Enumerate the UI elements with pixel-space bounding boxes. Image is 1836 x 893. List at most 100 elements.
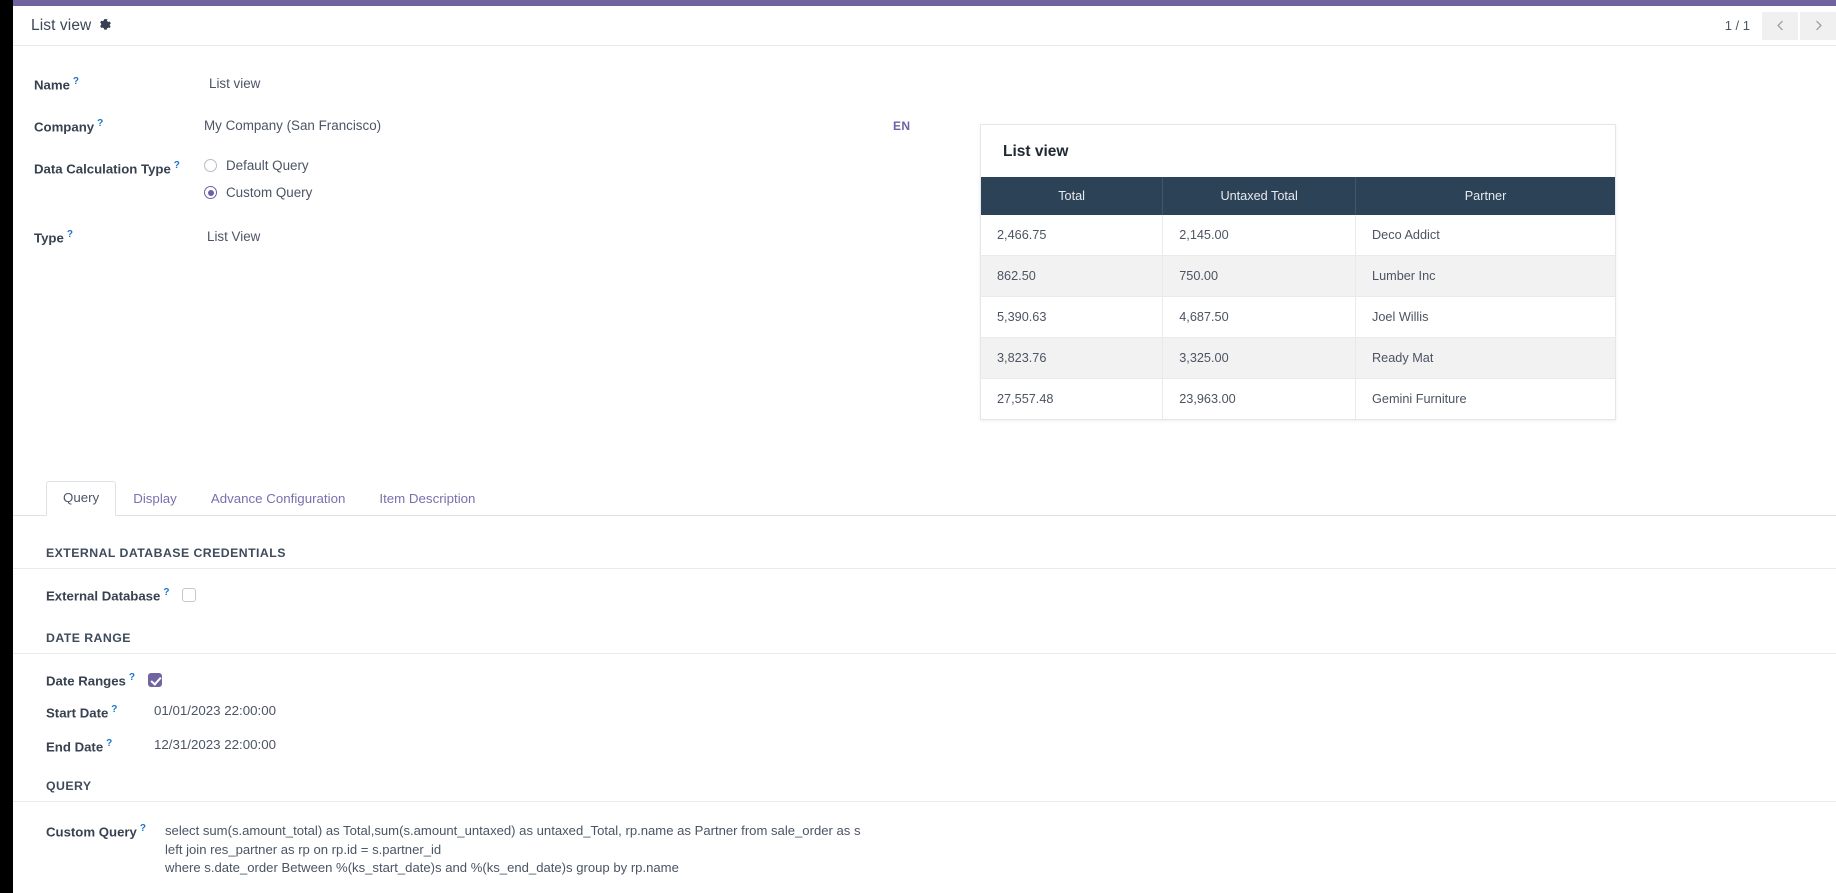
cell-total: 27,557.48 bbox=[981, 379, 1163, 420]
help-icon-type[interactable]: ? bbox=[67, 229, 73, 240]
cell-untaxed-total: 750.00 bbox=[1163, 256, 1356, 297]
label-text-external-database: External Database bbox=[46, 588, 160, 603]
column-header-total[interactable]: Total bbox=[981, 177, 1163, 215]
help-icon-start-date[interactable]: ? bbox=[111, 704, 117, 715]
label-text-name: Name bbox=[34, 77, 70, 92]
field-row-name: Name? List view bbox=[13, 73, 1836, 94]
field-row-date-ranges: Date Ranges? bbox=[13, 671, 1836, 690]
tab-advance-configuration[interactable]: Advance Configuration bbox=[194, 482, 363, 516]
table-row[interactable]: 5,390.63 4,687.50 Joel Willis bbox=[981, 297, 1615, 338]
field-value-end-date[interactable]: 12/31/2023 22:00:00 bbox=[143, 737, 276, 752]
cell-total: 5,390.63 bbox=[981, 297, 1163, 338]
field-label-custom-query: Custom Query? bbox=[46, 822, 154, 841]
field-row-start-date: Start Date? 01/01/2023 22:00:00 bbox=[13, 703, 1836, 722]
cell-untaxed-total: 23,963.00 bbox=[1163, 379, 1356, 420]
field-value-custom-query[interactable]: select sum(s.amount_total) as Total,sum(… bbox=[154, 822, 861, 878]
group-title-date-range: DATE RANGE bbox=[13, 631, 1836, 654]
group-rows-query: Custom Query? select sum(s.amount_total)… bbox=[13, 802, 1836, 878]
preview-table: Total Untaxed Total Partner 2,466.75 2,1… bbox=[981, 177, 1615, 419]
column-header-partner[interactable]: Partner bbox=[1356, 177, 1615, 215]
tab-display[interactable]: Display bbox=[116, 482, 194, 516]
form-sheet: Name? List view Company? My Company (San… bbox=[13, 47, 1836, 893]
radio-option-default-query[interactable]: Default Query bbox=[204, 158, 312, 173]
label-text-data-calculation-type: Data Calculation Type bbox=[34, 162, 171, 177]
field-label-date-ranges: Date Ranges? bbox=[46, 671, 135, 690]
field-value-name[interactable]: List view bbox=[209, 73, 260, 94]
group-query: QUERY Custom Query? select sum(s.amount_… bbox=[13, 779, 1836, 878]
control-panel: List view 1 / 1 bbox=[13, 6, 1836, 46]
left-rail bbox=[0, 0, 13, 893]
checkbox-external-database[interactable] bbox=[182, 588, 196, 602]
preview-table-header-row: Total Untaxed Total Partner bbox=[981, 177, 1615, 215]
radio-dot-default-query[interactable] bbox=[204, 159, 217, 172]
help-icon-company[interactable]: ? bbox=[97, 118, 103, 129]
cell-untaxed-total: 3,325.00 bbox=[1163, 338, 1356, 379]
help-icon-external-database[interactable]: ? bbox=[163, 587, 169, 598]
label-text-custom-query: Custom Query bbox=[46, 825, 137, 840]
help-icon-name[interactable]: ? bbox=[73, 76, 79, 87]
label-text-date-ranges: Date Ranges bbox=[46, 673, 126, 688]
tab-item-description[interactable]: Item Description bbox=[362, 482, 492, 516]
field-label-name: Name? bbox=[34, 73, 204, 94]
preview-card-title: List view bbox=[981, 125, 1615, 177]
cell-partner: Lumber Inc bbox=[1356, 256, 1615, 297]
help-icon-end-date[interactable]: ? bbox=[106, 738, 112, 749]
table-row[interactable]: 27,557.48 23,963.00 Gemini Furniture bbox=[981, 379, 1615, 420]
page-title: List view bbox=[31, 17, 91, 35]
radio-option-custom-query[interactable]: Custom Query bbox=[204, 185, 312, 200]
group-title-external-database-credentials: EXTERNAL DATABASE CREDENTIALS bbox=[13, 546, 1836, 569]
cell-total: 2,466.75 bbox=[981, 215, 1163, 256]
gear-icon[interactable] bbox=[99, 19, 112, 32]
radio-label-custom-query: Custom Query bbox=[226, 185, 312, 200]
pager-next-button[interactable] bbox=[1800, 12, 1836, 40]
table-row[interactable]: 862.50 750.00 Lumber Inc bbox=[981, 256, 1615, 297]
field-label-data-calculation-type: Data Calculation Type? bbox=[34, 157, 204, 178]
field-label-end-date: End Date? bbox=[46, 737, 143, 756]
table-row[interactable]: 3,823.76 3,325.00 Ready Mat bbox=[981, 338, 1615, 379]
group-title-query: QUERY bbox=[13, 779, 1836, 802]
radio-dot-custom-query[interactable] bbox=[204, 186, 217, 199]
group-external-database-credentials: EXTERNAL DATABASE CREDENTIALS External D… bbox=[13, 546, 1836, 605]
cell-partner: Ready Mat bbox=[1356, 338, 1615, 379]
help-icon-data-calculation-type[interactable]: ? bbox=[174, 160, 180, 171]
notebook-tabs: Query Display Advance Configuration Item… bbox=[13, 480, 1836, 516]
form-top-section: Name? List view Company? My Company (San… bbox=[13, 47, 1836, 432]
pager-previous-button[interactable] bbox=[1762, 12, 1798, 40]
cell-untaxed-total: 4,687.50 bbox=[1163, 297, 1356, 338]
cell-total: 3,823.76 bbox=[981, 338, 1163, 379]
top-accent-bar bbox=[13, 0, 1836, 6]
tab-query[interactable]: Query bbox=[46, 481, 116, 516]
language-badge[interactable]: EN bbox=[893, 119, 910, 133]
cell-total: 862.50 bbox=[981, 256, 1163, 297]
pager: 1 / 1 bbox=[1725, 12, 1836, 40]
preview-table-head: Total Untaxed Total Partner bbox=[981, 177, 1615, 215]
table-row[interactable]: 2,466.75 2,145.00 Deco Addict bbox=[981, 215, 1615, 256]
tab-panel-query: EXTERNAL DATABASE CREDENTIALS External D… bbox=[13, 516, 1836, 878]
field-value-start-date[interactable]: 01/01/2023 22:00:00 bbox=[143, 703, 276, 718]
radio-group-data-calculation-type: Default Query Custom Query bbox=[204, 157, 312, 200]
group-date-range: DATE RANGE Date Ranges? Start Date? bbox=[13, 631, 1836, 756]
label-text-company: Company bbox=[34, 120, 94, 135]
help-icon-custom-query[interactable]: ? bbox=[140, 823, 146, 834]
label-text-start-date: Start Date bbox=[46, 705, 108, 720]
app-root: List view 1 / 1 bbox=[0, 0, 1836, 893]
label-text-end-date: End Date bbox=[46, 739, 103, 754]
field-label-start-date: Start Date? bbox=[46, 703, 143, 722]
cell-untaxed-total: 2,145.00 bbox=[1163, 215, 1356, 256]
field-label-external-database: External Database? bbox=[46, 586, 169, 605]
radio-label-default-query: Default Query bbox=[226, 158, 309, 173]
field-label-type: Type? bbox=[34, 226, 204, 247]
field-value-type[interactable]: List View bbox=[207, 226, 260, 247]
column-header-untaxed-total[interactable]: Untaxed Total bbox=[1163, 177, 1356, 215]
field-row-custom-query: Custom Query? select sum(s.amount_total)… bbox=[13, 822, 1836, 878]
notebook: Query Display Advance Configuration Item… bbox=[13, 480, 1836, 893]
cell-partner: Joel Willis bbox=[1356, 297, 1615, 338]
breadcrumb: List view bbox=[31, 17, 112, 35]
checkbox-date-ranges[interactable] bbox=[148, 673, 162, 687]
help-icon-date-ranges[interactable]: ? bbox=[129, 672, 135, 683]
cell-partner: Gemini Furniture bbox=[1356, 379, 1615, 420]
field-label-company: Company? bbox=[34, 115, 204, 136]
preview-table-body: 2,466.75 2,145.00 Deco Addict 862.50 750… bbox=[981, 215, 1615, 419]
group-rows-date-range: Date Ranges? Start Date? 01/01/2023 22:0… bbox=[13, 654, 1836, 756]
field-value-company[interactable]: My Company (San Francisco) bbox=[204, 115, 381, 136]
